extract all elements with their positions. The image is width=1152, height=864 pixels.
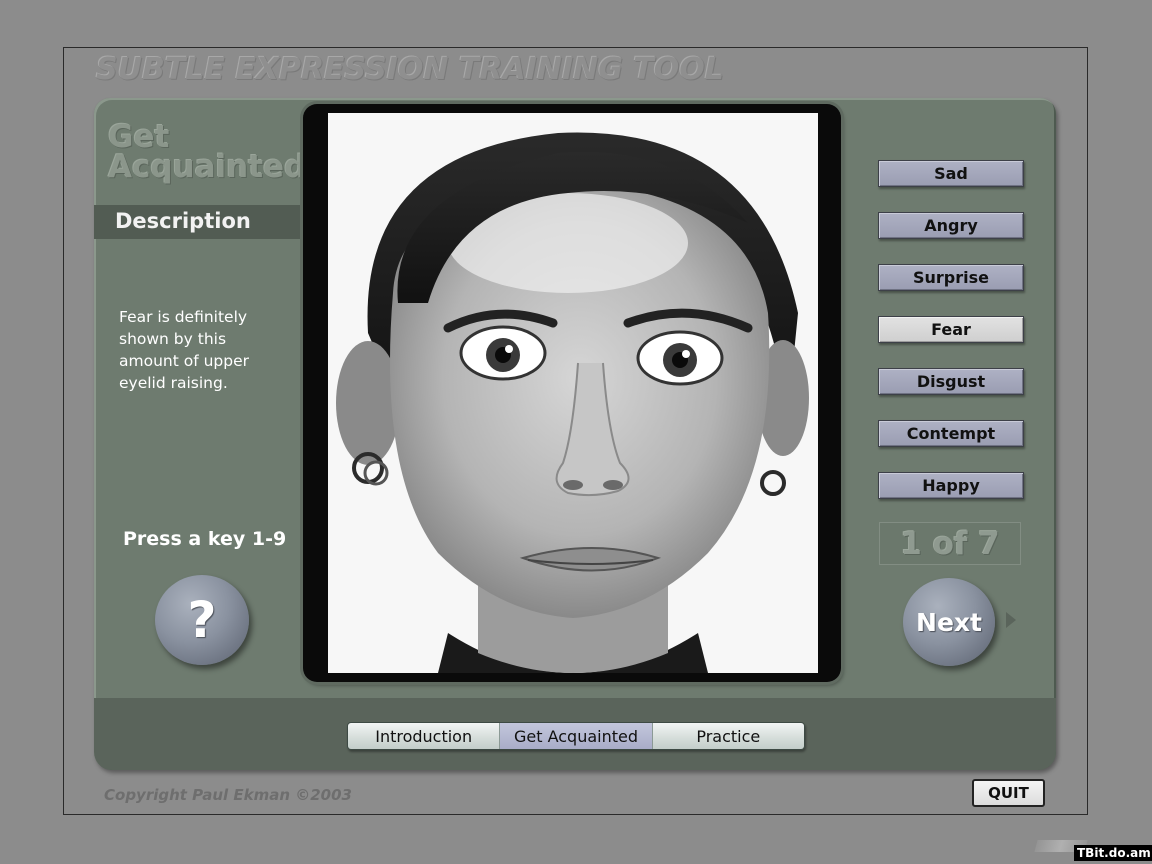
emotion-label: Surprise [912,268,989,287]
chevron-right-icon [1006,612,1016,628]
emotion-button-contempt[interactable]: Contempt [878,420,1024,447]
emotion-label: Sad [934,164,968,183]
description-text: Fear is definitely shown by this amount … [119,308,250,392]
key-instruction: Press a key 1-9 [123,528,287,550]
next-button[interactable]: Next [903,578,995,666]
emotion-label: Happy [922,476,980,495]
tab-practice[interactable]: Practice [651,723,804,749]
app-title: SUBTLE EXPRESSION TRAINING TOOL [96,52,724,87]
emotion-button-surprise[interactable]: Surprise [878,264,1024,291]
emotion-button-sad[interactable]: Sad [878,160,1024,187]
emotion-label: Contempt [906,424,996,443]
copyright-text: Copyright Paul Ekman ©2003 [104,786,352,804]
emotion-button-disgust[interactable]: Disgust [878,368,1024,395]
quit-button[interactable]: QUIT [972,779,1045,807]
emotion-label: Disgust [916,372,986,391]
emotion-button-angry[interactable]: Angry [878,212,1024,239]
question-mark-icon: ? [187,591,217,649]
emotion-label: Fear [931,320,971,339]
mode-tab-bar: Introduction Get Acquainted Practice [347,722,805,750]
tab-label: Introduction [375,726,473,746]
description-title: Description [115,209,251,233]
tab-get-acquainted[interactable]: Get Acquainted [499,723,652,749]
tab-label: Practice [696,726,761,746]
next-label: Next [916,607,982,637]
tab-introduction[interactable]: Introduction [348,723,500,749]
section-heading: Get Acquainted [108,119,307,185]
face-photo [328,113,818,673]
item-counter: 1 of 7 [879,522,1021,565]
emotion-label: Angry [924,216,978,235]
emotion-button-fear[interactable]: Fear [878,316,1024,343]
watermark-text: TBit.do.am [1074,845,1152,861]
help-button[interactable]: ? [155,575,249,665]
tab-label: Get Acquainted [513,726,638,746]
emotion-button-happy[interactable]: Happy [878,472,1024,499]
quit-label: QUIT [988,784,1029,802]
